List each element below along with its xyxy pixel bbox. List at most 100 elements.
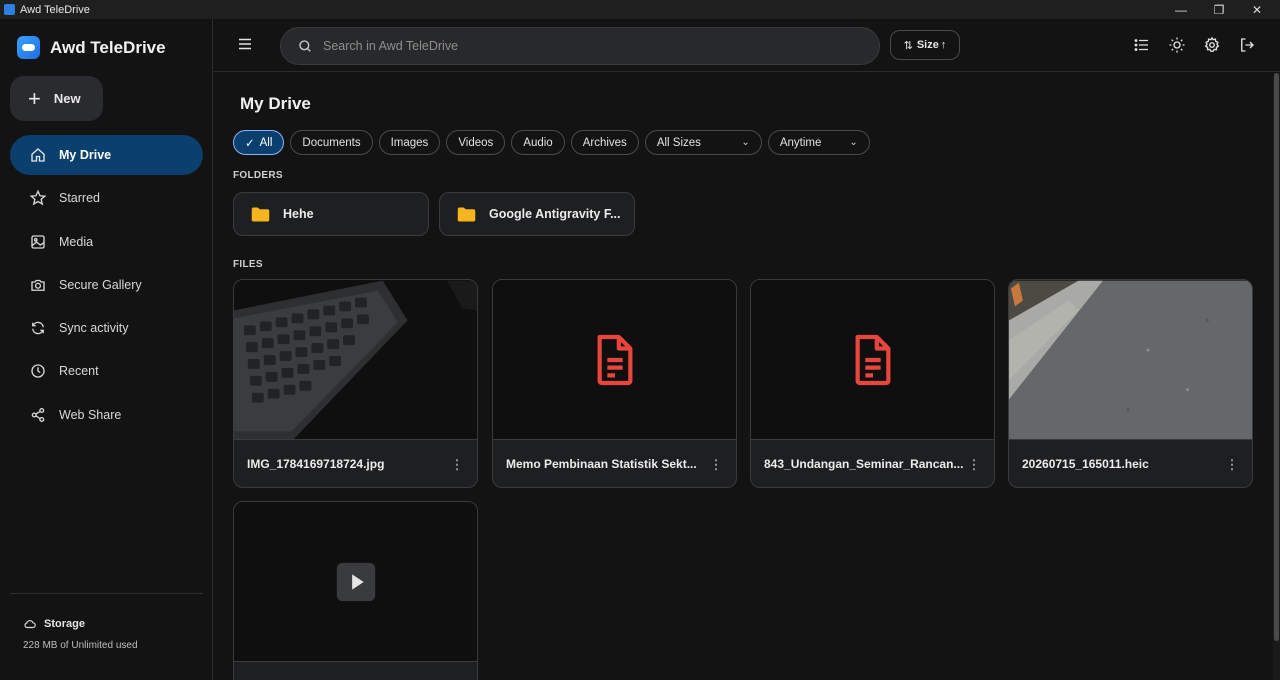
more-options-icon[interactable]: ⋮ [706, 458, 726, 471]
file-card[interactable]: Memo Pembinaan Statistik Sekt... ⋮ [492, 279, 737, 488]
sidebar-item-label: Starred [59, 191, 100, 206]
sidebar-item-label: Secure Gallery [59, 277, 142, 292]
minimize-icon[interactable]: — [1163, 0, 1199, 19]
size-filter-select[interactable]: All Sizes ⌄ [644, 130, 762, 155]
window-title: Awd TeleDrive [20, 3, 90, 16]
chip-label: Images [390, 136, 429, 149]
more-options-icon[interactable]: ⋮ [1222, 458, 1242, 471]
chip-label: Archives [582, 136, 627, 149]
theme-toggle-icon[interactable] [1168, 36, 1186, 54]
sidebar-item-label: Sync activity [59, 321, 129, 336]
document-icon [597, 334, 632, 385]
sidebar-nav: My Drive Starred Media Secure Gallery Sy… [10, 135, 203, 438]
file-card[interactable]: 20260715_165011.heic ⋮ [1008, 279, 1253, 488]
file-thumbnail [493, 280, 736, 440]
file-card[interactable]: IMG_1784169718724.jpg ⋮ [233, 279, 478, 488]
file-thumbnail [1009, 280, 1252, 440]
chip-label: Videos [458, 136, 494, 149]
search-input[interactable] [323, 39, 843, 53]
file-name: 843_Undangan_Seminar_Rancan... [764, 457, 964, 471]
file-meta: IMG_1784169718724.jpg ⋮ [234, 440, 477, 487]
sidebar-item-my-drive[interactable]: My Drive [10, 135, 203, 175]
folders-section-label: FOLDERS [233, 170, 283, 181]
sidebar-item-media[interactable]: Media [10, 222, 203, 262]
sidebar-divider [10, 593, 203, 594]
share-icon [31, 407, 45, 422]
scrollbar-thumb[interactable] [1274, 73, 1279, 641]
sidebar-item-sync-activity[interactable]: Sync activity [10, 308, 203, 348]
folder-card[interactable]: Google Antigravity F... [439, 192, 635, 236]
logout-icon[interactable] [1238, 36, 1256, 54]
file-thumbnail [751, 280, 994, 440]
folder-icon [457, 207, 476, 221]
folder-card[interactable]: Hehe [233, 192, 429, 236]
time-filter-select[interactable]: Anytime ⌄ [767, 130, 870, 155]
main-scrollbar[interactable] [1273, 73, 1280, 680]
more-options-icon[interactable]: ⋮ [964, 458, 984, 471]
maximize-icon[interactable]: ❐ [1201, 0, 1237, 19]
file-name: Memo Pembinaan Statistik Sekt... [506, 457, 697, 471]
file-card[interactable] [233, 501, 478, 680]
chip-label: Documents [302, 136, 361, 149]
sort-arrows-icon: ⇅ [903, 39, 913, 52]
filter-chip-images[interactable]: Images [378, 130, 441, 155]
filter-chip-documents[interactable]: Documents [290, 130, 373, 155]
sidebar-item-starred[interactable]: Starred [10, 178, 203, 218]
search-bar[interactable] [280, 27, 880, 65]
more-options-icon[interactable]: ⋮ [447, 458, 467, 471]
filter-chip-audio[interactable]: Audio [511, 130, 565, 155]
brand[interactable]: Awd TeleDrive [17, 36, 166, 59]
file-name: IMG_1784169718724.jpg [247, 457, 385, 471]
file-thumbnail [234, 502, 477, 662]
sidebar-item-label: My Drive [59, 148, 112, 162]
close-icon[interactable]: ✕ [1239, 0, 1275, 19]
gear-icon[interactable] [1203, 36, 1221, 54]
chevron-down-icon: ⌄ [849, 137, 858, 148]
new-button[interactable]: + New [10, 76, 103, 121]
sidebar: Awd TeleDrive + New My Drive Starred Med… [0, 19, 213, 680]
folder-name: Hehe [283, 207, 314, 221]
folder-icon [251, 207, 270, 221]
list-view-icon[interactable] [1133, 36, 1151, 54]
sync-icon [32, 321, 44, 335]
file-name: 20260715_165011.heic [1022, 457, 1149, 471]
size-filter-value: All Sizes [656, 136, 701, 149]
time-filter-value: Anytime [779, 136, 822, 149]
filter-chip-videos[interactable]: Videos [446, 130, 506, 155]
plus-icon: + [28, 85, 41, 111]
page-title: My Drive [240, 94, 311, 113]
star-icon [29, 189, 47, 206]
sort-direction-icon: ↑ [940, 39, 947, 51]
storage-title-label: Storage [44, 618, 85, 630]
chevron-down-icon: ⌄ [741, 137, 750, 148]
new-button-label: New [53, 91, 81, 106]
cloud-icon [24, 620, 36, 629]
sort-button[interactable]: ⇅ Size ↑ [890, 30, 960, 60]
folder-name: Google Antigravity F... [489, 207, 621, 221]
chip-label: Audio [523, 136, 553, 149]
filter-chip-archives[interactable]: Archives [570, 130, 639, 155]
search-icon [299, 40, 311, 52]
main-content: My Drive ✓ All Documents Images Videos A… [214, 73, 1272, 680]
file-meta: 843_Undangan_Seminar_Rancan... ⋮ [751, 440, 994, 487]
image-icon [31, 234, 45, 249]
file-thumbnail [234, 280, 477, 440]
sidebar-item-web-share[interactable]: Web Share [10, 395, 203, 435]
file-meta [234, 662, 477, 680]
road-photo [1009, 280, 1252, 439]
app-icon [4, 4, 15, 15]
window-titlebar: Awd TeleDrive — ❐ ✕ [0, 0, 1280, 19]
filter-chip-all[interactable]: ✓ All [233, 130, 285, 155]
check-icon: ✓ [245, 137, 255, 150]
file-card[interactable]: 843_Undangan_Seminar_Rancan... ⋮ [750, 279, 995, 488]
file-meta: Memo Pembinaan Statistik Sekt... ⋮ [493, 440, 736, 487]
menu-icon[interactable] [236, 35, 254, 53]
sidebar-item-secure-gallery[interactable]: Secure Gallery [10, 265, 203, 305]
clock-icon [31, 364, 45, 379]
file-meta: 20260715_165011.heic ⋮ [1009, 440, 1252, 487]
storage-title: Storage [23, 617, 138, 631]
files-section-label: FILES [233, 259, 263, 270]
sidebar-item-recent[interactable]: Recent [10, 351, 203, 391]
sort-label: Size [916, 39, 939, 51]
storage-info: Storage 228 MB of Unlimited used [23, 617, 138, 651]
